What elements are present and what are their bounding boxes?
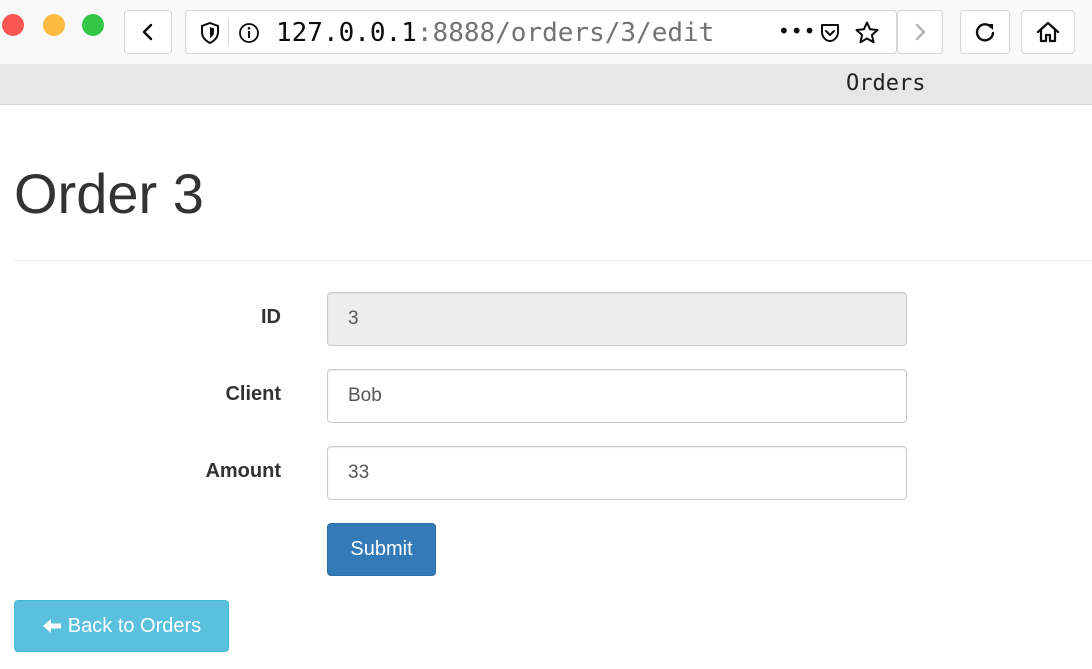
window-zoom-button[interactable]: [82, 14, 104, 36]
star-icon[interactable]: [854, 20, 880, 46]
url-bar[interactable]: 127.0.0.1:8888/orders/3/edit •••: [185, 10, 897, 54]
reload-icon: [975, 23, 995, 42]
url-host: 127.0.0.1: [276, 18, 417, 48]
window-close-button[interactable]: [2, 14, 24, 36]
client-field[interactable]: [327, 369, 907, 423]
id-label: ID: [261, 306, 281, 328]
browser-toolbar: 127.0.0.1:8888/orders/3/edit •••: [0, 0, 1092, 64]
forward-icon: [915, 23, 926, 41]
back-to-orders-button[interactable]: Back to Orders: [14, 600, 229, 652]
url-path: :8888/orders/3/edit: [416, 18, 715, 48]
arrow-left-icon: [42, 619, 61, 633]
app-navbar: Orders: [0, 64, 1092, 105]
browser-forward-button[interactable]: [897, 10, 943, 54]
page-actions-icon[interactable]: •••: [778, 19, 816, 43]
browser-reload-button[interactable]: [960, 10, 1010, 54]
pocket-icon[interactable]: [818, 21, 842, 45]
title-divider: [14, 260, 1092, 261]
amount-label: Amount: [205, 460, 281, 482]
back-icon: [142, 23, 153, 41]
back-to-orders-label: Back to Orders: [67, 614, 202, 637]
submit-button[interactable]: Submit: [327, 523, 436, 576]
info-icon[interactable]: [237, 21, 261, 45]
id-field[interactable]: [327, 292, 907, 346]
amount-field[interactable]: [327, 446, 907, 500]
shield-icon[interactable]: [200, 21, 220, 45]
browser-home-button[interactable]: [1021, 10, 1075, 54]
client-label: Client: [225, 383, 281, 405]
home-icon: [1036, 21, 1060, 43]
browser-back-button[interactable]: [124, 10, 172, 54]
url-separator: [228, 19, 229, 45]
navbar-brand-link[interactable]: Orders: [846, 71, 925, 97]
url-text[interactable]: 127.0.0.1:8888/orders/3/edit: [276, 17, 714, 49]
page-title: Order 3: [14, 162, 204, 225]
window-minimize-button[interactable]: [43, 14, 65, 36]
